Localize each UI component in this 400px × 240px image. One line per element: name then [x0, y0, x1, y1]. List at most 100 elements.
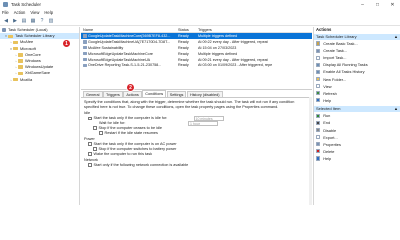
menu-help[interactable]: Help: [44, 10, 53, 15]
task-triggers: At 15:04 on 27/03/2023: [198, 45, 237, 50]
selected-item-title: Selected Item: [316, 105, 341, 111]
collapse-up-icon[interactable]: ▲: [394, 106, 398, 113]
window-title: Task Scheduler: [11, 2, 42, 7]
selected-action-help[interactable]: Help: [314, 155, 400, 162]
tab-history[interactable]: History (disabled): [186, 90, 223, 97]
close-button[interactable]: ✕: [385, 0, 400, 9]
menu-view[interactable]: View: [30, 10, 39, 15]
help-icon: [316, 98, 321, 103]
task-name: McAfee Sustainability: [88, 45, 124, 50]
power-wake-row: Wake the computer to run this task: [84, 152, 309, 157]
task-scheduler-app-icon: [3, 2, 8, 7]
idle-restart-checkbox[interactable]: [99, 131, 103, 135]
collapse-up-icon[interactable]: ▲: [394, 34, 398, 41]
title-bar: Task Scheduler – □ ✕: [0, 0, 400, 9]
clock-icon: [2, 28, 6, 33]
idle-for-field[interactable]: 10 minutes: [193, 116, 224, 121]
forward-icon[interactable]: ▶: [11, 17, 19, 25]
wait-for-idle-field[interactable]: 1 hour: [188, 121, 218, 126]
table-row[interactable]: OneDrive Reporting Task-S-1-5-21-230758.…: [81, 62, 312, 68]
network-label: Start only if the following network conn…: [93, 163, 189, 167]
export-icon: [316, 135, 321, 140]
task-triggers: At 09:21 every day - After triggered, re…: [198, 57, 268, 62]
folder-icon: [13, 77, 18, 82]
power-wake-checkbox[interactable]: [88, 152, 92, 156]
task-name: MicrosoftEdgeUpdateTaskMachineCore: [88, 51, 153, 56]
end-icon: [316, 120, 321, 126]
show-hide-actions-icon[interactable]: ▥: [47, 17, 55, 25]
folder-icon: [18, 53, 23, 57]
minimize-button[interactable]: –: [355, 0, 370, 9]
folder-icon: [18, 65, 23, 69]
delete-icon: [316, 149, 321, 154]
library-action-import-task[interactable]: Import Task...: [314, 54, 400, 61]
power-ac-checkbox[interactable]: [88, 142, 92, 146]
task-icon: [83, 51, 87, 56]
task-name: OneDrive Reporting Task-S-1-5-21-230758.…: [88, 63, 162, 68]
center-pane: Name Status Triggers GoogleUpdateTaskMac…: [81, 27, 312, 205]
tab-conditions[interactable]: Conditions: [142, 89, 167, 97]
tab-settings[interactable]: Settings: [166, 90, 187, 97]
action-label: View: [323, 83, 332, 89]
column-header-status[interactable]: Status: [178, 28, 198, 32]
back-icon[interactable]: ◀: [2, 17, 10, 25]
folder-icon: [18, 59, 23, 63]
network-checkbox[interactable]: [88, 163, 92, 167]
library-action-view[interactable]: View: [314, 83, 400, 90]
library-action-help[interactable]: Help: [314, 97, 400, 104]
selected-action-delete[interactable]: Delete: [314, 148, 400, 155]
network-row: Start only if the following network conn…: [84, 163, 309, 168]
properties-toolbar-icon[interactable]: ▦: [29, 17, 37, 25]
library-action-display-all-running-tasks[interactable]: Display All Running Tasks: [314, 61, 400, 68]
selected-action-run[interactable]: Run: [314, 112, 400, 119]
help-toolbar-icon[interactable]: ?: [38, 17, 46, 25]
selected-action-end[interactable]: End: [314, 119, 400, 126]
conditions-pane: Specify the conditions that, along with …: [81, 98, 312, 170]
library-action-new-folder[interactable]: New Folder...: [314, 75, 400, 82]
window-controls: – □ ✕: [355, 0, 400, 9]
tab-triggers[interactable]: Triggers: [103, 90, 123, 97]
run-icon: [316, 113, 321, 118]
task-triggers: At 03:00 on 01/09/2023 - After triggered…: [198, 63, 273, 68]
selected-action-disable[interactable]: Disable: [314, 127, 400, 134]
library-action-enable-all-tasks-history[interactable]: Enable All Tasks History: [314, 68, 400, 75]
task-name: GoogleUpdateTaskMachineCore{569B7EF8-432…: [88, 33, 171, 38]
action-label: End: [323, 120, 331, 126]
disable-icon: [316, 127, 321, 133]
power-battery-label: Stop if the computer switches to battery…: [98, 147, 177, 151]
library-action-refresh[interactable]: Refresh: [314, 90, 400, 97]
power-battery-checkbox[interactable]: [93, 147, 97, 151]
menu-bar: File Action View Help: [0, 9, 400, 16]
menu-action[interactable]: Action: [14, 10, 26, 15]
selected-action-properties[interactable]: Properties: [314, 141, 400, 148]
task-status: Ready: [178, 45, 189, 50]
callout-badge-1: 1: [62, 39, 71, 48]
selected-action-export[interactable]: Export...: [314, 134, 400, 141]
task-status: Ready: [178, 57, 189, 62]
task-icon: [83, 45, 87, 50]
folder-icon: [13, 40, 18, 45]
tree-item-mozilla[interactable]: › Mozilla: [0, 77, 79, 83]
task-status: Ready: [178, 33, 189, 38]
library-action-create-basic-task[interactable]: Create Basic Task...: [314, 40, 400, 47]
task-icon: [83, 63, 87, 68]
menu-file[interactable]: File: [2, 10, 9, 15]
refresh-icon: [316, 91, 321, 96]
maximize-button[interactable]: □: [370, 0, 385, 9]
help-icon: [316, 156, 321, 161]
tab-general[interactable]: General: [83, 90, 103, 97]
idle-stop-checkbox[interactable]: [93, 126, 97, 130]
show-hide-tree-icon[interactable]: ▤: [20, 17, 28, 25]
column-header-triggers[interactable]: Triggers: [198, 28, 312, 32]
task-name: MicrosoftEdgeUpdateTaskMachineUA: [88, 57, 151, 62]
task-icon: [83, 34, 87, 38]
history-icon: [316, 69, 321, 75]
action-label: Export...: [323, 134, 338, 140]
column-header-name[interactable]: Name: [81, 28, 178, 32]
task-triggers: Multiple triggers defined: [198, 33, 238, 38]
action-label: Display All Running Tasks: [323, 62, 368, 68]
idle-start-checkbox[interactable]: [88, 116, 92, 121]
details-scrollbar[interactable]: [309, 97, 312, 205]
library-action-create-task[interactable]: Create Task...: [314, 47, 400, 54]
action-label: Run: [323, 113, 331, 119]
